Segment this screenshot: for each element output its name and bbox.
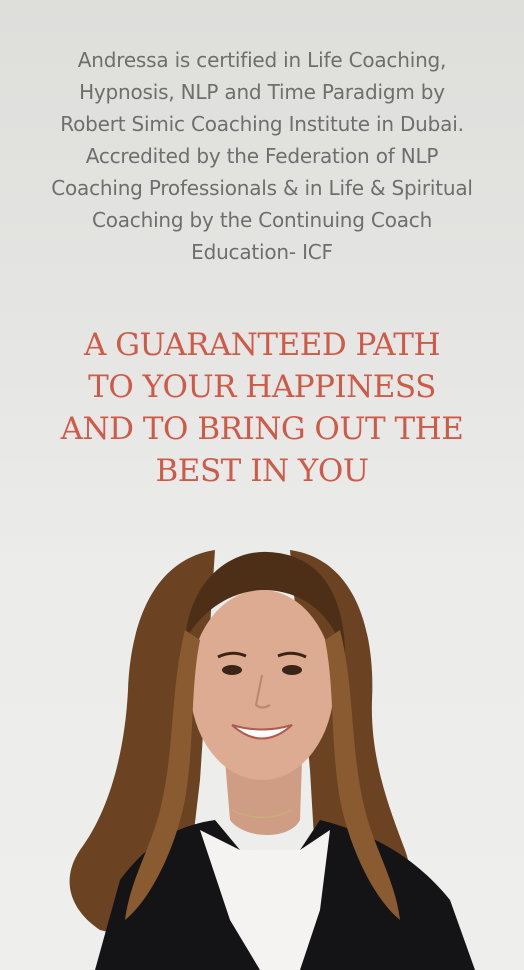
headline-line: TO YOUR HAPPINESS <box>88 369 436 405</box>
bio-line: Hypnosis, NLP and Time Paradigm by <box>79 80 445 104</box>
portrait-photo <box>69 550 475 970</box>
bio-paragraph: Andressa is certified in Life Coaching, … <box>20 44 504 268</box>
bio-line: Robert Simic Coaching Institute in Dubai… <box>60 112 464 136</box>
bio-line: Coaching Professionals & in Life & Spiri… <box>51 176 473 200</box>
headline-line: BEST IN YOU <box>155 453 369 489</box>
headline-line: A GUARANTEED PATH <box>84 327 440 363</box>
bio-line: Accredited by the Federation of NLP <box>85 144 439 168</box>
bio-line: Education- ICF <box>191 240 333 264</box>
bio-line: Andressa is certified in Life Coaching, <box>77 48 447 72</box>
headline: A GUARANTEED PATH TO YOUR HAPPINESS AND … <box>10 324 514 492</box>
bio-line: Coaching by the Continuing Coach <box>91 208 433 232</box>
headline-line: AND TO BRING OUT THE <box>60 411 464 447</box>
